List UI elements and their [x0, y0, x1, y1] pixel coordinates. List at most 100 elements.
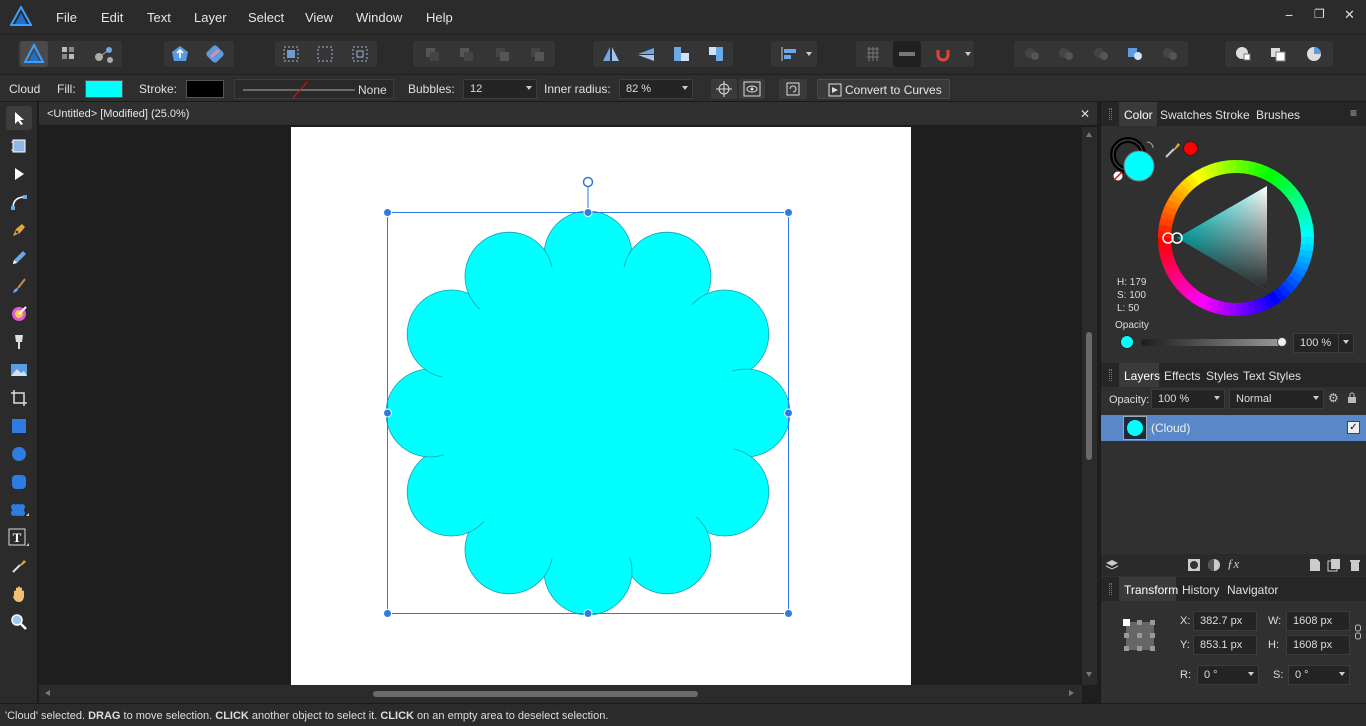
- stroke-swatch[interactable]: [186, 80, 224, 98]
- align-dropdown-arrow-icon[interactable]: [806, 52, 812, 56]
- zoom-tool[interactable]: [6, 610, 32, 634]
- layer-settings-gear-icon[interactable]: ⚙: [1328, 391, 1339, 405]
- link-proportions-icon[interactable]: [1354, 624, 1362, 640]
- corner-tool[interactable]: [6, 190, 32, 214]
- menu-window[interactable]: Window: [356, 10, 402, 25]
- shear-arrow-icon[interactable]: [1339, 672, 1345, 676]
- horizontal-scrollbar[interactable]: [39, 685, 1082, 703]
- cloud-shape[interactable]: [39, 127, 1082, 685]
- snapping-button[interactable]: [929, 41, 957, 67]
- tab-history[interactable]: History: [1182, 583, 1219, 597]
- pixel-alignment-button[interactable]: [893, 41, 921, 67]
- secondary-color-swatch[interactable]: [1183, 141, 1198, 156]
- menu-edit[interactable]: Edit: [101, 10, 123, 25]
- panel-menu-icon[interactable]: ≡: [1350, 106, 1357, 120]
- width-input[interactable]: 1608 px: [1286, 611, 1350, 631]
- snapping-dropdown-arrow-icon[interactable]: [965, 52, 971, 56]
- rotation-handle[interactable]: [582, 176, 594, 188]
- tab-styles[interactable]: Styles: [1206, 369, 1239, 383]
- tab-swatches[interactable]: Swatches: [1160, 108, 1212, 122]
- scroll-left-icon[interactable]: [45, 690, 50, 696]
- grid-button[interactable]: [859, 41, 887, 67]
- pixel-persona-button[interactable]: [54, 41, 82, 67]
- rectangle-tool[interactable]: [6, 414, 32, 438]
- fill-tool[interactable]: [6, 302, 32, 326]
- inner-radius-input[interactable]: 82 %: [619, 79, 693, 99]
- resize-handle[interactable]: [383, 609, 392, 618]
- anchor-point-selector[interactable]: [1121, 617, 1159, 655]
- deselect-button[interactable]: [311, 41, 339, 67]
- scroll-down-icon[interactable]: [1086, 672, 1092, 677]
- crop-tool[interactable]: [6, 386, 32, 410]
- layer-visibility-checkbox[interactable]: ✓: [1347, 421, 1360, 434]
- tab-color[interactable]: Color: [1124, 108, 1153, 122]
- resize-handle[interactable]: [383, 408, 392, 418]
- view-tool[interactable]: [6, 582, 32, 606]
- tab-transform[interactable]: Transform: [1124, 583, 1178, 597]
- place-image-tool[interactable]: [6, 358, 32, 382]
- color-picker-tool[interactable]: [6, 554, 32, 578]
- cloud-shape-fill[interactable]: [385, 210, 791, 616]
- move-forward-one-button[interactable]: [488, 41, 516, 67]
- minimize-button[interactable]: −: [1285, 7, 1293, 23]
- geometry-intersect-button[interactable]: [1300, 41, 1328, 67]
- flip-vertical-button[interactable]: [632, 41, 660, 67]
- artboard-tool[interactable]: [6, 134, 32, 158]
- panel-grip-icon[interactable]: [1109, 583, 1112, 595]
- affinity-designer-logo-icon[interactable]: [10, 6, 32, 26]
- opacity-slider-thumb[interactable]: [1277, 337, 1287, 347]
- tab-layers[interactable]: Layers: [1124, 369, 1160, 383]
- pencil-tool[interactable]: [6, 246, 32, 270]
- lock-icon[interactable]: [1347, 392, 1357, 404]
- menu-select[interactable]: Select: [248, 10, 284, 25]
- color-opacity-input[interactable]: 100 %: [1293, 333, 1339, 353]
- opacity-slider[interactable]: [1141, 339, 1283, 346]
- geometry-subtract-button[interactable]: [1264, 41, 1292, 67]
- x-position-input[interactable]: 382.7 px: [1193, 611, 1257, 631]
- bubbles-input[interactable]: 12: [463, 79, 537, 99]
- move-tool[interactable]: [6, 106, 32, 130]
- duplicate-layer-icon[interactable]: [1327, 558, 1341, 572]
- vertical-scrollbar[interactable]: [1082, 127, 1097, 685]
- share-button[interactable]: [166, 41, 194, 67]
- rotate-right-button[interactable]: [702, 41, 730, 67]
- node-tool[interactable]: [6, 162, 32, 186]
- eyedropper-icon[interactable]: [1163, 140, 1183, 160]
- tab-text-styles[interactable]: Text Styles: [1243, 369, 1301, 383]
- geometry-add-button[interactable]: [1229, 41, 1257, 67]
- rotation-arrow-icon[interactable]: [1248, 672, 1254, 676]
- layer-opacity-arrow-icon[interactable]: [1214, 396, 1220, 400]
- add-layer-icon[interactable]: [1309, 558, 1321, 572]
- color-opacity-dropdown[interactable]: [1338, 333, 1354, 353]
- move-to-front-button[interactable]: [523, 41, 551, 67]
- stroke-style-dropdown[interactable]: None: [234, 79, 394, 99]
- reset-selection-box-button[interactable]: [779, 79, 807, 99]
- menu-help[interactable]: Help: [426, 10, 453, 25]
- artistic-text-tool[interactable]: T: [6, 526, 32, 550]
- assistant-button[interactable]: [201, 41, 229, 67]
- delete-layer-icon[interactable]: [1349, 558, 1361, 572]
- menu-layer[interactable]: Layer: [194, 10, 227, 25]
- layer-row-cloud[interactable]: (Cloud) ✓: [1101, 415, 1366, 441]
- panel-grip-icon[interactable]: [1109, 369, 1112, 381]
- show-bbox-button[interactable]: [739, 79, 765, 99]
- bubbles-dropdown-arrow-icon[interactable]: [526, 86, 532, 90]
- scroll-up-icon[interactable]: [1086, 132, 1092, 137]
- height-input[interactable]: 1608 px: [1286, 635, 1350, 655]
- vertical-scroll-thumb[interactable]: [1086, 332, 1092, 460]
- designer-persona-button[interactable]: [20, 41, 48, 67]
- blend-mode-select[interactable]: Normal: [1229, 389, 1324, 409]
- flip-horizontal-button[interactable]: [597, 41, 625, 67]
- cloud-shape-tool[interactable]: [6, 498, 32, 522]
- canvas-area[interactable]: [39, 127, 1082, 685]
- document-tab-title[interactable]: <Untitled> [Modified] (25.0%): [47, 108, 189, 120]
- adjustment-icon[interactable]: [1207, 558, 1221, 572]
- layers-stack-icon[interactable]: [1105, 558, 1119, 572]
- layer-opacity-input[interactable]: 100 %: [1151, 389, 1225, 409]
- close-document-icon[interactable]: ✕: [1080, 107, 1090, 121]
- ellipse-tool[interactable]: [6, 442, 32, 466]
- inner-radius-dropdown-arrow-icon[interactable]: [682, 86, 688, 90]
- color-wheel[interactable]: [1158, 160, 1314, 316]
- y-position-input[interactable]: 853.1 px: [1193, 635, 1257, 655]
- convert-to-curves-button[interactable]: Convert to Curves: [817, 79, 950, 99]
